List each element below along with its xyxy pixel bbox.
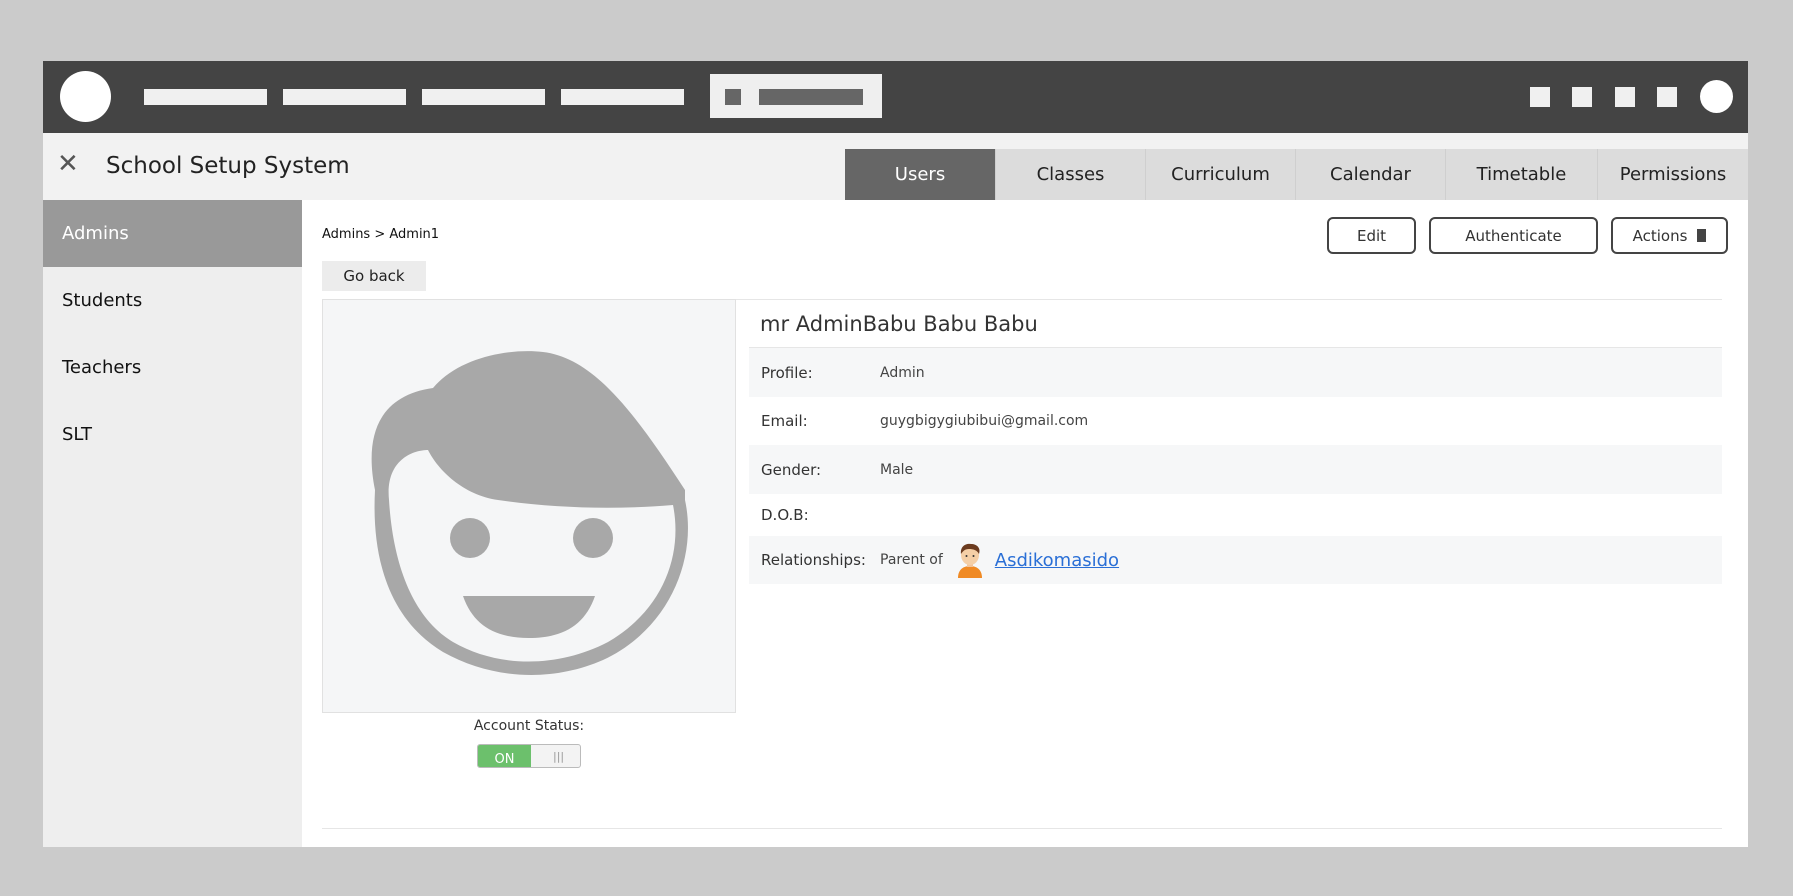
nav-link-4[interactable] (561, 89, 684, 105)
authenticate-button-label: Authenticate (1465, 226, 1562, 245)
dob-label: D.O.B: (761, 506, 809, 524)
profile-row: Profile: Admin (749, 348, 1722, 397)
app-title: School Setup System (106, 153, 350, 179)
dropdown-icon (1697, 229, 1707, 242)
app-window: ✕ School Setup System Users Classes Curr… (43, 61, 1748, 847)
nav-active-icon (725, 89, 741, 105)
account-status-label: Account Status: (473, 718, 585, 734)
toggle-on-label: ON (478, 745, 531, 767)
nav-active-label (759, 89, 863, 105)
tab-users[interactable]: Users (845, 149, 996, 200)
authenticate-button[interactable]: Authenticate (1429, 217, 1598, 254)
edit-button-label: Edit (1356, 226, 1387, 245)
utility-icon-1[interactable] (1530, 87, 1550, 107)
top-navigation-bar (43, 61, 1748, 133)
relationships-row: Relationships: Parent of Asdikomasido (749, 536, 1722, 584)
main-tabs: Users Classes Curriculum Calendar Timeta… (845, 149, 1748, 200)
utility-icon-4[interactable] (1657, 87, 1677, 107)
tab-classes[interactable]: Classes (996, 149, 1146, 200)
user-avatar-icon (371, 351, 688, 675)
email-row: Email: guygbigygiubibui@gmail.com (749, 397, 1722, 445)
tab-permissions[interactable]: Permissions (1598, 149, 1748, 200)
user-full-name: mr AdminBabu Babu Babu (760, 312, 1038, 336)
dob-row: D.O.B: (749, 494, 1722, 536)
tab-calendar[interactable]: Calendar (1296, 149, 1446, 200)
email-label: Email: (761, 412, 808, 430)
nav-link-active[interactable] (710, 74, 882, 118)
go-back-button[interactable]: Go back (322, 261, 426, 291)
sidebar: Admins Students Teachers SLT (43, 200, 302, 847)
close-icon[interactable]: ✕ (57, 151, 81, 177)
email-value: guygbigygiubibui@gmail.com (880, 413, 1089, 429)
actions-button[interactable]: Actions (1611, 217, 1728, 254)
nav-link-2[interactable] (283, 89, 406, 105)
gender-label: Gender: (761, 460, 822, 479)
main-content: Admins > Admin1 Edit Authenticate Action… (302, 200, 1748, 847)
sidebar-item-slt[interactable]: SLT (43, 401, 302, 468)
toggle-grip-icon: ||| (553, 750, 565, 763)
relationship-link[interactable]: Asdikomasido (995, 550, 1119, 571)
tab-curriculum[interactable]: Curriculum (1146, 149, 1296, 200)
gender-row: Gender: Male (749, 445, 1722, 494)
edit-button[interactable]: Edit (1327, 217, 1416, 254)
utility-icon-2[interactable] (1572, 87, 1592, 107)
app-header: ✕ School Setup System Users Classes Curr… (43, 133, 1748, 200)
actions-button-label: Actions (1632, 226, 1688, 245)
profile-photo (322, 299, 736, 713)
breadcrumb[interactable]: Admins > Admin1 (322, 227, 439, 242)
sidebar-item-students[interactable]: Students (43, 267, 302, 334)
nav-link-3[interactable] (422, 89, 545, 105)
relationships-label: Relationships: (761, 551, 866, 569)
profile-value: Admin (880, 364, 925, 381)
utility-icon-3[interactable] (1615, 87, 1635, 107)
logo[interactable] (60, 71, 111, 122)
nav-link-1[interactable] (144, 89, 267, 105)
account-status-toggle[interactable]: ON ||| (477, 744, 581, 768)
divider-bottom (322, 828, 1722, 829)
user-menu-avatar[interactable] (1700, 80, 1733, 113)
sidebar-item-admins[interactable]: Admins (43, 200, 302, 267)
tab-timetable[interactable]: Timetable (1446, 149, 1598, 200)
relationship-prefix: Parent of (880, 552, 943, 568)
profile-label: Profile: (761, 363, 813, 382)
child-avatar-icon (957, 543, 982, 578)
sidebar-item-teachers[interactable]: Teachers (43, 334, 302, 401)
gender-value: Male (880, 461, 914, 478)
